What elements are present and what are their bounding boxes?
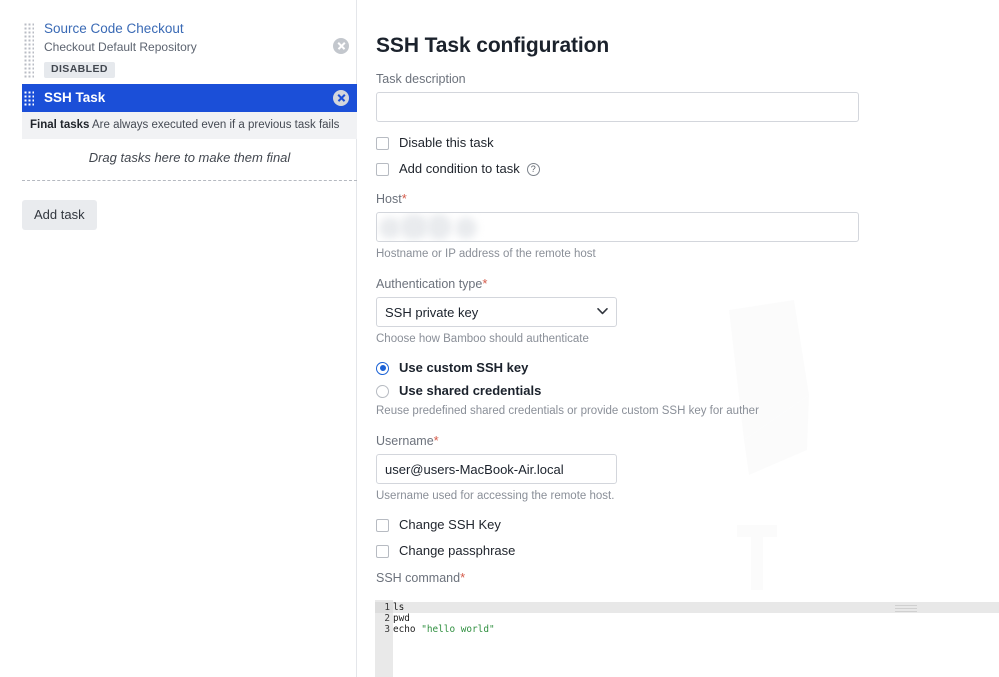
task-item-title[interactable]: Source Code Checkout bbox=[44, 20, 327, 37]
required-marker: * bbox=[401, 191, 407, 206]
task-list-item-source-code-checkout[interactable]: Source Code Checkout Checkout Default Re… bbox=[22, 14, 357, 84]
change-passphrase-row[interactable]: Change passphrase bbox=[376, 543, 999, 559]
add-condition-checkbox[interactable] bbox=[376, 162, 389, 176]
username-label: Username* bbox=[376, 433, 999, 449]
editor-line[interactable]: 1 ls bbox=[375, 602, 495, 613]
use-custom-ssh-key-radio[interactable] bbox=[376, 361, 389, 375]
change-passphrase-checkbox[interactable] bbox=[376, 544, 389, 558]
final-tasks-banner: Final tasks Are always executed even if … bbox=[22, 112, 357, 139]
task-item-subtitle: Checkout Default Repository bbox=[44, 40, 197, 54]
line-code: ls bbox=[393, 602, 405, 613]
change-ssh-key-checkbox[interactable] bbox=[376, 518, 389, 532]
use-shared-credentials-row[interactable]: Use shared credentials bbox=[376, 383, 999, 399]
drag-handle-icon[interactable] bbox=[24, 90, 34, 106]
task-item-title[interactable]: SSH Task bbox=[44, 90, 327, 106]
use-shared-credentials-label: Use shared credentials bbox=[399, 383, 542, 398]
editor-code-content[interactable]: 1 ls 2 pwd 3 echo "hello world" bbox=[375, 602, 495, 635]
task-list-item-ssh-task[interactable]: SSH Task bbox=[22, 84, 357, 112]
username-label-text: Username bbox=[376, 434, 434, 448]
host-label-text: Host bbox=[376, 192, 402, 206]
final-tasks-heading: Final tasks bbox=[30, 119, 90, 131]
required-marker: * bbox=[482, 276, 488, 291]
task-item-body: SSH Task bbox=[44, 90, 327, 106]
editor-line[interactable]: 2 pwd bbox=[375, 613, 495, 624]
add-condition-row[interactable]: Add condition to task ? bbox=[376, 161, 999, 177]
host-label: Host* bbox=[376, 191, 999, 207]
final-tasks-dropzone[interactable]: Drag tasks here to make them final bbox=[22, 139, 357, 181]
redacted-blob bbox=[455, 217, 477, 239]
username-input[interactable] bbox=[376, 454, 617, 484]
use-custom-ssh-key-label: Use custom SSH key bbox=[399, 360, 529, 375]
remove-task-icon[interactable] bbox=[333, 90, 349, 106]
line-code: pwd bbox=[393, 613, 410, 624]
auth-type-select-wrapper: SSH private key bbox=[376, 297, 617, 327]
ssh-command-label: SSH command* bbox=[376, 570, 999, 586]
use-shared-credentials-radio[interactable] bbox=[376, 384, 389, 398]
task-list-panel: Source Code Checkout Checkout Default Re… bbox=[0, 0, 357, 677]
page-title: SSH Task configuration bbox=[376, 34, 610, 57]
ssh-command-code-editor[interactable]: 1 ls 2 pwd 3 echo "hello world" bbox=[375, 600, 999, 677]
line-number: 1 bbox=[384, 602, 390, 613]
use-custom-ssh-key-row[interactable]: Use custom SSH key bbox=[376, 360, 999, 376]
username-helper-text: Username used for accessing the remote h… bbox=[376, 490, 615, 502]
ssh-task-configuration-screen: Source Code Checkout Checkout Default Re… bbox=[0, 0, 999, 677]
redacted-blob bbox=[399, 214, 429, 240]
change-passphrase-label: Change passphrase bbox=[399, 543, 516, 558]
ssh-command-label-text: SSH command bbox=[376, 571, 461, 585]
task-item-body: Source Code Checkout Checkout Default Re… bbox=[44, 20, 327, 78]
help-circle-icon[interactable]: ? bbox=[526, 162, 540, 176]
add-condition-label: Add condition to task bbox=[399, 161, 520, 176]
disable-task-label: Disable this task bbox=[399, 135, 494, 150]
line-code: echo bbox=[393, 624, 422, 635]
line-string-literal: "hello world" bbox=[421, 624, 495, 635]
line-number: 2 bbox=[384, 613, 390, 624]
host-helper-text: Hostname or IP address of the remote hos… bbox=[376, 248, 596, 260]
change-ssh-key-row[interactable]: Change SSH Key bbox=[376, 517, 999, 533]
redacted-blob bbox=[426, 214, 452, 240]
auth-type-helper-text: Choose how Bamboo should authenticate bbox=[376, 333, 589, 345]
add-task-button[interactable]: Add task bbox=[22, 200, 97, 230]
drag-handle-icon[interactable] bbox=[24, 23, 34, 78]
required-marker: * bbox=[460, 570, 466, 585]
disable-task-row[interactable]: Disable this task bbox=[376, 135, 999, 151]
redacted-blob bbox=[379, 217, 401, 239]
host-input[interactable] bbox=[376, 212, 859, 242]
dropzone-label: Drag tasks here to make them final bbox=[88, 150, 291, 165]
disable-task-checkbox[interactable] bbox=[376, 136, 389, 150]
final-tasks-description: Are always executed even if a previous t… bbox=[92, 119, 340, 131]
task-description-label: Task description bbox=[376, 72, 466, 86]
required-marker: * bbox=[433, 433, 439, 448]
status-badge: DISABLED bbox=[44, 62, 115, 78]
task-configuration-panel: SSH Task configuration Task description … bbox=[358, 0, 999, 677]
remove-task-icon[interactable] bbox=[333, 38, 349, 54]
editor-scroll-indicator[interactable] bbox=[895, 605, 917, 612]
auth-type-select[interactable]: SSH private key bbox=[376, 297, 617, 327]
auth-type-label: Authentication type* bbox=[376, 276, 999, 292]
credentials-helper-text: Reuse predefined shared credentials or p… bbox=[376, 405, 759, 417]
auth-type-label-text: Authentication type bbox=[376, 277, 483, 291]
change-ssh-key-label: Change SSH Key bbox=[399, 517, 501, 532]
editor-line[interactable]: 3 echo "hello world" bbox=[375, 624, 495, 635]
line-number: 3 bbox=[384, 624, 390, 635]
task-description-input[interactable] bbox=[376, 92, 859, 122]
